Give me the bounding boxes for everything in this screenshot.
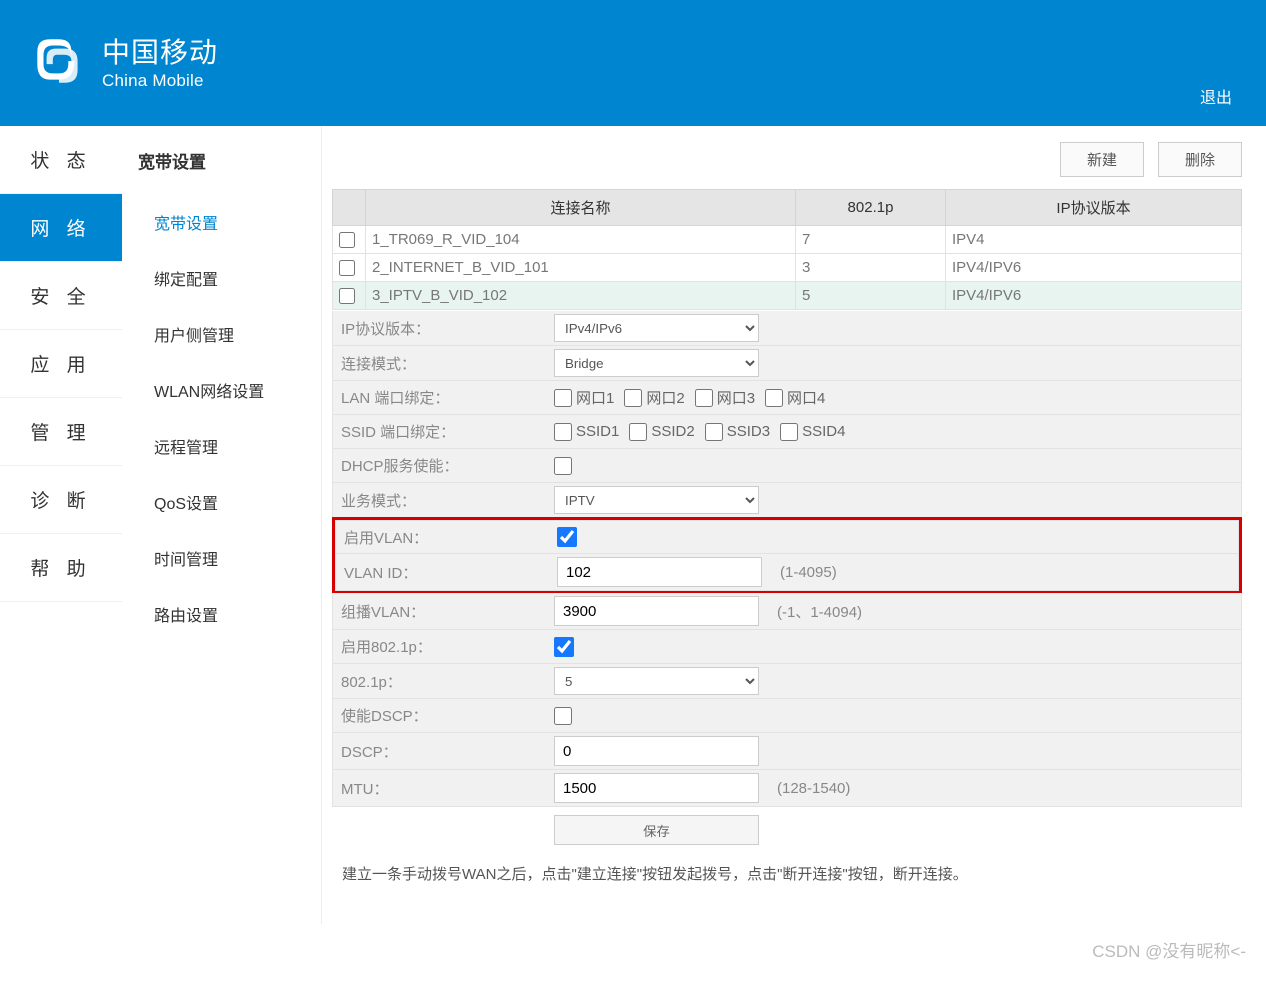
save-button[interactable]: 保存: [554, 815, 759, 845]
label-ssid-bind: SSID 端口绑定：: [333, 421, 548, 442]
logo: 中国移动 China Mobile: [28, 30, 218, 92]
label-lan-bind: LAN 端口绑定：: [333, 387, 548, 408]
nav1-item-4[interactable]: 管 理: [0, 398, 122, 466]
nav2-item-1[interactable]: 绑定配置: [122, 250, 321, 306]
nav2-item-6[interactable]: 时间管理: [122, 530, 321, 586]
table-row[interactable]: 1_TR069_R_VID_1047IPV4: [333, 226, 1242, 254]
nav1-item-6[interactable]: 帮 助: [0, 534, 122, 602]
nav2-item-0[interactable]: 宽带设置: [122, 194, 321, 250]
table-row[interactable]: 3_IPTV_B_VID_1025IPV4/IPV6: [333, 282, 1242, 310]
lan-option[interactable]: 网口1: [554, 387, 614, 408]
ssid-checkbox[interactable]: [780, 423, 798, 441]
row-checkbox[interactable]: [339, 232, 355, 248]
cell-name: 1_TR069_R_VID_104: [366, 226, 796, 254]
lan-option[interactable]: 网口3: [695, 387, 755, 408]
cell-ip: IPV4/IPV6: [946, 282, 1242, 310]
nav1-item-0[interactable]: 状 态: [0, 126, 122, 194]
ssid-option[interactable]: SSID1: [554, 423, 619, 441]
checkbox-dhcp[interactable]: [554, 457, 572, 475]
secondary-nav-title: 宽带设置: [122, 126, 321, 194]
ssid-checkbox[interactable]: [629, 423, 647, 441]
nav2-item-3[interactable]: WLAN网络设置: [122, 362, 321, 418]
label-dscp: DSCP：: [333, 741, 548, 762]
nav2-item-2[interactable]: 用户侧管理: [122, 306, 321, 362]
header: 中国移动 China Mobile 退出: [0, 0, 1266, 126]
th-ip: IP协议版本: [946, 190, 1242, 226]
label-8021p-enable: 启用802.1p：: [333, 636, 548, 657]
ssid-option[interactable]: SSID3: [705, 423, 770, 441]
nav1-item-2[interactable]: 安 全: [0, 262, 122, 330]
lan-checkbox[interactable]: [624, 389, 642, 407]
brand-name-en: China Mobile: [102, 71, 218, 91]
nav2-item-7[interactable]: 路由设置: [122, 586, 321, 642]
brand-name-cn: 中国移动: [102, 31, 218, 71]
th-name: 连接名称: [366, 190, 796, 226]
input-mtu[interactable]: [554, 773, 759, 803]
input-mcast-vlan[interactable]: [554, 596, 759, 626]
ssid-option[interactable]: SSID2: [629, 423, 694, 441]
content-area: 新建 删除 连接名称 802.1p IP协议版本 1_TR069_R_VID_1…: [322, 126, 1262, 924]
label-mcast-vlan: 组播VLAN：: [333, 601, 548, 622]
select-biz-mode[interactable]: IPTV: [554, 486, 759, 514]
footer-note: 建立一条手动拨号WAN之后，点击"建立连接"按钮发起拨号，点击"断开连接"按钮，…: [332, 863, 1242, 884]
settings-form: IP协议版本： IPv4/IPv6 连接模式： Bridge LAN 端口绑定： 网…: [332, 311, 1242, 807]
logout-link[interactable]: 退出: [1200, 84, 1232, 108]
cell-8021p: 7: [796, 226, 946, 254]
lan-checkbox[interactable]: [695, 389, 713, 407]
highlight-vlan-box: 启用VLAN： VLAN ID： (1-4095): [332, 517, 1242, 594]
label-mtu: MTU：: [333, 778, 548, 799]
primary-nav: 状 态网 络安 全应 用管 理诊 断帮 助: [0, 126, 122, 924]
label-vlan-id: VLAN ID：: [336, 562, 551, 583]
brand-icon: [28, 30, 90, 92]
checkbox-8021p-enable[interactable]: [554, 637, 574, 657]
row-checkbox[interactable]: [339, 260, 355, 276]
lan-checkbox[interactable]: [554, 389, 572, 407]
lan-checkbox[interactable]: [765, 389, 783, 407]
checkbox-dscp-enable[interactable]: [554, 707, 572, 725]
hint-vlan-id: (1-4095): [780, 564, 837, 581]
nav1-item-3[interactable]: 应 用: [0, 330, 122, 398]
table-row[interactable]: 2_INTERNET_B_VID_1013IPV4/IPV6: [333, 254, 1242, 282]
cell-name: 2_INTERNET_B_VID_101: [366, 254, 796, 282]
secondary-nav: 宽带设置 宽带设置绑定配置用户侧管理WLAN网络设置远程管理QoS设置时间管理路…: [122, 126, 322, 924]
select-8021p[interactable]: 5: [554, 667, 759, 695]
cell-ip: IPV4: [946, 226, 1242, 254]
delete-button[interactable]: 删除: [1158, 142, 1242, 177]
ssid-option[interactable]: SSID4: [780, 423, 845, 441]
label-dhcp: DHCP服务使能：: [333, 455, 548, 476]
label-conn-mode: 连接模式：: [333, 353, 548, 374]
new-button[interactable]: 新建: [1060, 142, 1144, 177]
cell-ip: IPV4/IPV6: [946, 254, 1242, 282]
label-8021p: 802.1p：: [333, 671, 548, 692]
select-conn-mode[interactable]: Bridge: [554, 349, 759, 377]
nav1-item-5[interactable]: 诊 断: [0, 466, 122, 534]
select-ip-proto[interactable]: IPv4/IPv6: [554, 314, 759, 342]
connection-table: 连接名称 802.1p IP协议版本 1_TR069_R_VID_1047IPV…: [332, 189, 1242, 310]
label-vlan-enable: 启用VLAN：: [336, 527, 551, 548]
ssid-checkbox[interactable]: [705, 423, 723, 441]
watermark: CSDN @没有昵称<-: [1092, 937, 1246, 962]
checkbox-vlan-enable[interactable]: [557, 527, 577, 547]
lan-option[interactable]: 网口2: [624, 387, 684, 408]
th-8021p: 802.1p: [796, 190, 946, 226]
label-ip-proto: IP协议版本：: [333, 318, 548, 339]
input-vlan-id[interactable]: [557, 557, 762, 587]
input-dscp[interactable]: [554, 736, 759, 766]
cell-name: 3_IPTV_B_VID_102: [366, 282, 796, 310]
nav1-item-1[interactable]: 网 络: [0, 194, 122, 262]
nav2-item-4[interactable]: 远程管理: [122, 418, 321, 474]
label-dscp-enable: 使能DSCP：: [333, 705, 548, 726]
lan-option[interactable]: 网口4: [765, 387, 825, 408]
hint-mcast: (-1、1-4094): [777, 601, 862, 622]
cell-8021p: 5: [796, 282, 946, 310]
cell-8021p: 3: [796, 254, 946, 282]
ssid-checkbox[interactable]: [554, 423, 572, 441]
hint-mtu: (128-1540): [777, 780, 850, 797]
label-biz-mode: 业务模式：: [333, 490, 548, 511]
row-checkbox[interactable]: [339, 288, 355, 304]
nav2-item-5[interactable]: QoS设置: [122, 474, 321, 530]
